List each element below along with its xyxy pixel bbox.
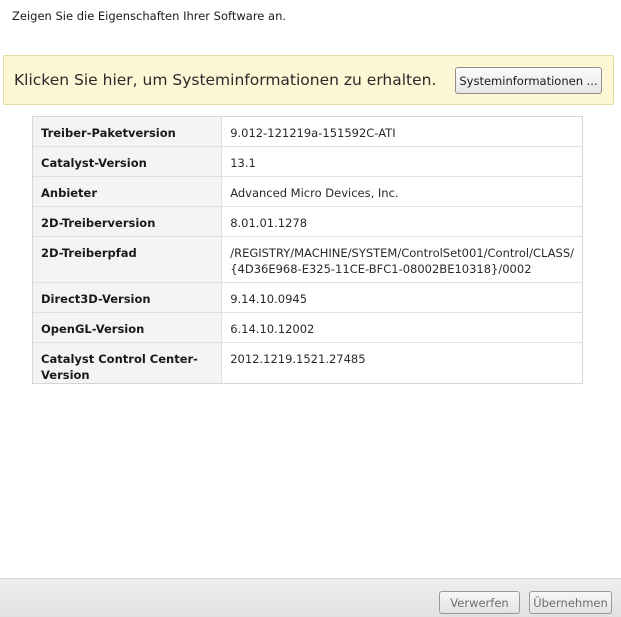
property-name: OpenGL-Version — [32, 312, 223, 343]
apply-button[interactable]: Übernehmen — [529, 591, 612, 614]
discard-button[interactable]: Verwerfen — [439, 591, 520, 614]
driver-path-line-2: {4D36E968-E325-11CE-BFC1-08002BE10318}/0… — [230, 262, 532, 276]
banner-text: Klicken Sie hier, um Systeminformationen… — [14, 71, 437, 89]
property-name: Catalyst-Version — [32, 146, 223, 177]
property-name: Catalyst Control Center-Version — [32, 342, 223, 384]
property-value: 13.1 — [221, 146, 583, 177]
property-name: 2D-Treiberpfad — [32, 236, 223, 283]
footer-bar: Verwerfen Übernehmen — [0, 578, 621, 617]
property-value: 8.01.01.1278 — [221, 206, 583, 237]
page-subtitle: Zeigen Sie die Eigenschaften Ihrer Softw… — [12, 9, 287, 23]
property-name: 2D-Treiberversion — [32, 206, 223, 237]
property-value: 2012.1219.1521.27485 — [230, 352, 366, 366]
system-info-banner: Klicken Sie hier, um Systeminformationen… — [3, 55, 614, 105]
software-properties-table: Treiber-Paketversion 9.012-121219a-15159… — [32, 116, 583, 384]
property-name: Direct3D-Version — [32, 282, 223, 313]
table-row: Catalyst Control Center-Version 2012.121… — [32, 342, 583, 384]
property-value: /REGISTRY/MACHINE/SYSTEM/ControlSet001/C… — [221, 236, 583, 283]
table-row: Anbieter Advanced Micro Devices, Inc. — [32, 176, 583, 207]
property-value: 6.14.10.12002 — [221, 312, 583, 343]
property-value: 9.012-121219a-151592C-ATI — [221, 116, 583, 147]
table-row: Catalyst-Version 13.1 — [32, 146, 583, 177]
table-row: Direct3D-Version 9.14.10.0945 — [32, 282, 583, 313]
table-row: 2D-Treiberversion 8.01.01.1278 — [32, 206, 583, 237]
property-value: Advanced Micro Devices, Inc. — [221, 176, 583, 207]
driver-path-line-1: /REGISTRY/MACHINE/SYSTEM/ControlSet001/C… — [230, 246, 574, 260]
system-info-button[interactable]: Systeminformationen ... — [455, 67, 602, 94]
property-name: Treiber-Paketversion — [32, 116, 223, 147]
property-name: Anbieter — [32, 176, 223, 207]
property-value: 9.14.10.0945 — [221, 282, 583, 313]
table-row: Treiber-Paketversion 9.012-121219a-15159… — [32, 116, 583, 147]
table-row: 2D-Treiberpfad /REGISTRY/MACHINE/SYSTEM/… — [32, 236, 583, 283]
table-row: OpenGL-Version 6.14.10.12002 — [32, 312, 583, 343]
